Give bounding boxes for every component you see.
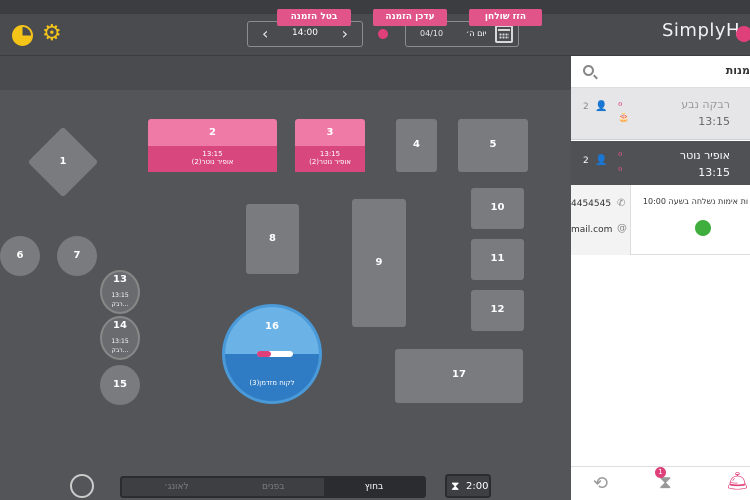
guest-count: 2 — [583, 102, 589, 112]
reservation-name: לקוח מזדמן(3) — [249, 379, 295, 387]
timer-box[interactable]: ⧗ 2:00 — [445, 474, 491, 498]
update-reservation-button[interactable]: עדכן הזמנה — [373, 9, 447, 26]
person-icon: 👤 — [595, 155, 608, 166]
person-icon: 👤 — [595, 101, 608, 112]
reservation-time: 13:15 — [111, 338, 129, 345]
table-4[interactable]: 4 — [396, 119, 437, 172]
table-number: 4 — [413, 139, 420, 150]
cake-icon: 🎂 — [618, 113, 630, 123]
live-status-dot — [378, 29, 388, 39]
email-value: mail.com — [571, 225, 613, 235]
reservation-time: 13:15 — [319, 150, 341, 158]
status-dot-green — [695, 220, 711, 236]
table-3[interactable]: 3 13:15 אופיר נוטר(2) — [295, 119, 365, 172]
logo-text: SimplyH — [662, 20, 741, 41]
table-8[interactable]: 8 — [246, 204, 299, 274]
ring-icon: ℴ — [618, 163, 623, 174]
reservation-name: אופיר נוטר — [679, 149, 730, 162]
hourglass-icon: ⧗ — [451, 479, 460, 493]
table-5[interactable]: 5 — [458, 119, 528, 172]
sidebar-bottom-nav: ⟲ ⧗ 1 🛎 — [571, 466, 750, 500]
calendar-icon[interactable] — [495, 25, 513, 43]
table-14[interactable]: 14 13:15 רבק... — [100, 316, 140, 360]
reservation-time: 13:15 — [111, 292, 129, 299]
notification-badge: 1 — [655, 467, 666, 478]
reservation-time: 13:15 — [202, 150, 223, 158]
ring-icon: ℴ — [618, 148, 623, 159]
table-number: 1 — [59, 156, 67, 167]
logo-mark — [736, 26, 750, 42]
table-number: 16 — [265, 321, 279, 332]
table-13[interactable]: 13 13:15 רבק... — [100, 270, 140, 314]
reservation-detail: 4454545 ✆ mail.com @ ות אימות נשלחה בשעה… — [571, 185, 750, 255]
email-icon[interactable]: @ — [617, 223, 627, 234]
bell-icon[interactable]: 🛎 — [726, 471, 749, 492]
floor-toolbar — [0, 56, 571, 90]
chevron-right-icon[interactable]: › — [342, 24, 348, 44]
tab-inside[interactable]: בפנים — [262, 482, 284, 492]
table-number: 3 — [326, 127, 334, 138]
table-number: 5 — [489, 139, 497, 150]
table-number: 7 — [73, 250, 81, 261]
progress-bar — [257, 351, 293, 357]
move-table-button[interactable]: הזז שולחן — [469, 9, 542, 26]
table-number: 17 — [452, 369, 466, 380]
timeline-pie-icon[interactable] — [12, 25, 33, 46]
cancel-reservation-button[interactable]: בטל הזמנה — [277, 9, 351, 26]
reservation-name: רבק... — [111, 301, 129, 308]
table-2[interactable]: 2 13:15 אופיר נוטר(2) — [148, 119, 277, 172]
table-number: 15 — [113, 379, 127, 390]
table-16[interactable]: 16 לקוח מזדמן(3) — [222, 304, 322, 404]
table-17[interactable]: 17 — [395, 349, 523, 403]
table-10[interactable]: 10 — [471, 188, 524, 229]
table-11[interactable]: 11 — [471, 239, 524, 280]
reservation-name: רבקה נבע — [681, 98, 730, 111]
sidebar-title: מנות — [725, 64, 750, 77]
sidebar-header: מנות — [571, 56, 750, 88]
tab-outside[interactable]: בחוץ — [324, 478, 424, 496]
table-number: 8 — [269, 233, 276, 244]
reservations-sidebar: מנות 2 👤 ℴ 🎂 רבקה נבע 13:15 2 👤 ℴ ℴ אופי… — [571, 56, 750, 500]
map-icon[interactable] — [70, 474, 94, 498]
day-value: יום ה׳ — [466, 29, 487, 38]
timer-value: 2:00 — [466, 481, 489, 492]
reservation-band: 13:15 אופיר נוטר(2) — [295, 146, 365, 172]
verification-note: ות אימות נשלחה בשעה 10:00 — [642, 197, 748, 206]
phone-value: 4454545 — [571, 199, 612, 209]
table-number: 14 — [113, 320, 127, 331]
ring-icon: ℴ — [618, 98, 623, 109]
table-9[interactable]: 9 — [352, 199, 406, 327]
history-icon[interactable]: ⟲ — [593, 473, 608, 494]
table-number: 13 — [113, 274, 127, 285]
gear-icon[interactable]: ⚙ — [42, 22, 62, 46]
table-1-label-wrap: 1 — [38, 137, 88, 187]
tab-lounge[interactable]: לאונג׳ — [164, 482, 189, 492]
guest-count: 2 — [583, 156, 589, 166]
table-number: 11 — [490, 253, 505, 264]
phone-icon[interactable]: ✆ — [617, 198, 625, 209]
reservation-time: 13:15 — [698, 115, 730, 128]
reservation-band: 13:15 אופיר נוטר(2) — [148, 146, 277, 172]
table-number: 2 — [209, 127, 216, 138]
reservation-name: רבק... — [111, 347, 129, 354]
table-15[interactable]: 15 — [100, 365, 140, 405]
reservation-time: 13:15 — [698, 166, 730, 179]
contact-panel: 4454545 ✆ mail.com @ — [571, 185, 631, 255]
search-icon[interactable] — [583, 65, 594, 76]
table-number: 10 — [490, 202, 505, 213]
area-tabs: לאונג׳ בפנים בחוץ — [120, 476, 426, 498]
table-number: 12 — [490, 304, 505, 315]
reservation-item[interactable]: 2 👤 ℴ 🎂 רבקה נבע 13:15 — [571, 88, 750, 140]
progress-fill — [257, 351, 272, 357]
table-number: 6 — [16, 250, 24, 261]
reservation-name: אופיר נוטר(2) — [191, 158, 234, 166]
table-number: 9 — [375, 257, 383, 268]
table-12[interactable]: 12 — [471, 290, 524, 331]
table-6[interactable]: 6 — [0, 236, 40, 276]
reservation-name: אופיר נוטר(2) — [309, 158, 351, 166]
reservation-item-selected[interactable]: 2 👤 ℴ ℴ אופיר נוטר 13:15 — [571, 141, 750, 185]
app-root: ⚙ ‹ 14:00 › 04/10 יום ה׳ SimplyH הזז שול… — [0, 0, 750, 500]
date-value: 04/10 — [420, 29, 444, 38]
table-7[interactable]: 7 — [57, 236, 97, 276]
